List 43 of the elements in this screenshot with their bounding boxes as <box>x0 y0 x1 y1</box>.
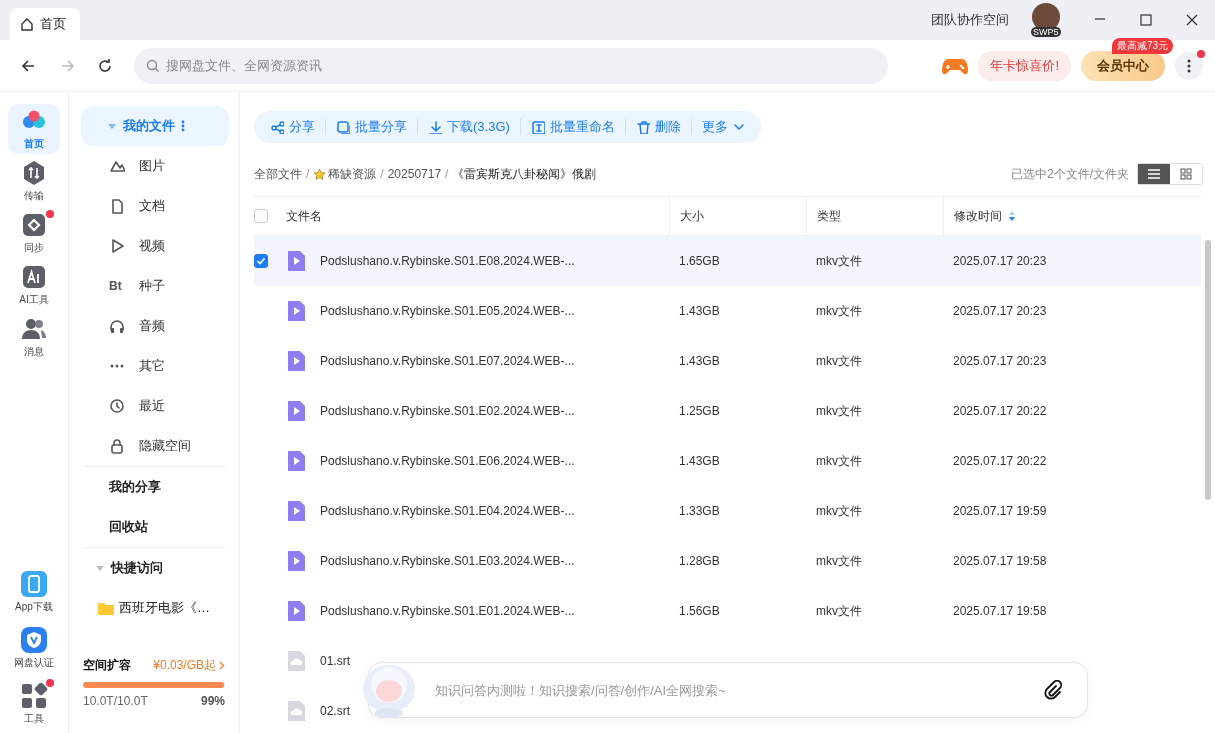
file-type: mkv文件 <box>815 302 863 320</box>
file-type: mkv文件 <box>815 252 863 270</box>
modified-time: 2025.07.17 19:58 <box>952 554 1048 568</box>
modified-time: 2025.07.17 19:58 <box>952 604 1048 618</box>
file-size: 1.65GB <box>678 254 721 268</box>
breadcrumb-separator: / <box>380 167 384 181</box>
file-type: mkv文件 <box>815 352 863 370</box>
modified-time: 2025.07.17 20:23 <box>952 304 1048 318</box>
torrent-icon: Bt <box>109 279 125 293</box>
file-size: 1.33GB <box>678 504 721 518</box>
file-name: Podslushano.v.Rybinske.S01.E08.2024.WEB-... <box>320 254 575 268</box>
storage-percent: 99% <box>200 694 225 708</box>
file-size: 1.25GB <box>678 404 721 418</box>
avatar-badge: SWP5 <box>1031 27 1061 37</box>
file-name: Podslushano.v.Rybinske.S01.E05.2024.WEB-... <box>320 304 575 318</box>
file-size: 1.43GB <box>678 454 721 468</box>
modified-time: 2025.07.17 19:59 <box>952 504 1048 518</box>
file-name: Podslushano.v.Rybinske.S01.E02.2024.WEB-... <box>320 404 575 418</box>
breadcrumb-separator: / <box>445 167 449 181</box>
file-type: mkv文件 <box>815 502 863 520</box>
file-type: mkv文件 <box>815 402 863 420</box>
file-type: mkv文件 <box>815 452 863 470</box>
file-size: 1.43GB <box>678 354 721 368</box>
file-name: Podslushano.v.Rybinske.S01.E01.2024.WEB-... <box>320 604 575 618</box>
file-name: Podslushano.v.Rybinske.S01.E04.2024.WEB-... <box>320 504 575 518</box>
modified-time: 2025.07.17 20:22 <box>952 404 1048 418</box>
modified-time: 2025.07.17 20:23 <box>952 354 1048 368</box>
file-name: Podslushano.v.Rybinske.S01.E03.2024.WEB-... <box>320 554 575 568</box>
file-name: Podslushano.v.Rybinske.S01.E06.2024.WEB-... <box>320 454 575 468</box>
file-type: mkv文件 <box>815 602 863 620</box>
file-size: 1.56GB <box>678 604 721 618</box>
modified-time: 2025.07.17 20:22 <box>952 454 1048 468</box>
file-name: Podslushano.v.Rybinske.S01.E07.2024.WEB-... <box>320 354 575 368</box>
file-type: mkv文件 <box>815 552 863 570</box>
breadcrumb-separator: / <box>306 167 310 181</box>
selection-count: 已选中2个文件/文件夹 <box>1011 165 1129 183</box>
storage-usage: 10.0T/10.0T <box>83 694 148 708</box>
modified-time: 2025.07.17 20:23 <box>952 254 1048 268</box>
file-size: 1.28GB <box>678 554 721 568</box>
file-size: 1.43GB <box>678 304 721 318</box>
file-name: 01.srt <box>320 654 350 668</box>
storage-title: 空间扩容 <box>83 657 131 674</box>
file-name: 02.srt <box>320 704 350 718</box>
